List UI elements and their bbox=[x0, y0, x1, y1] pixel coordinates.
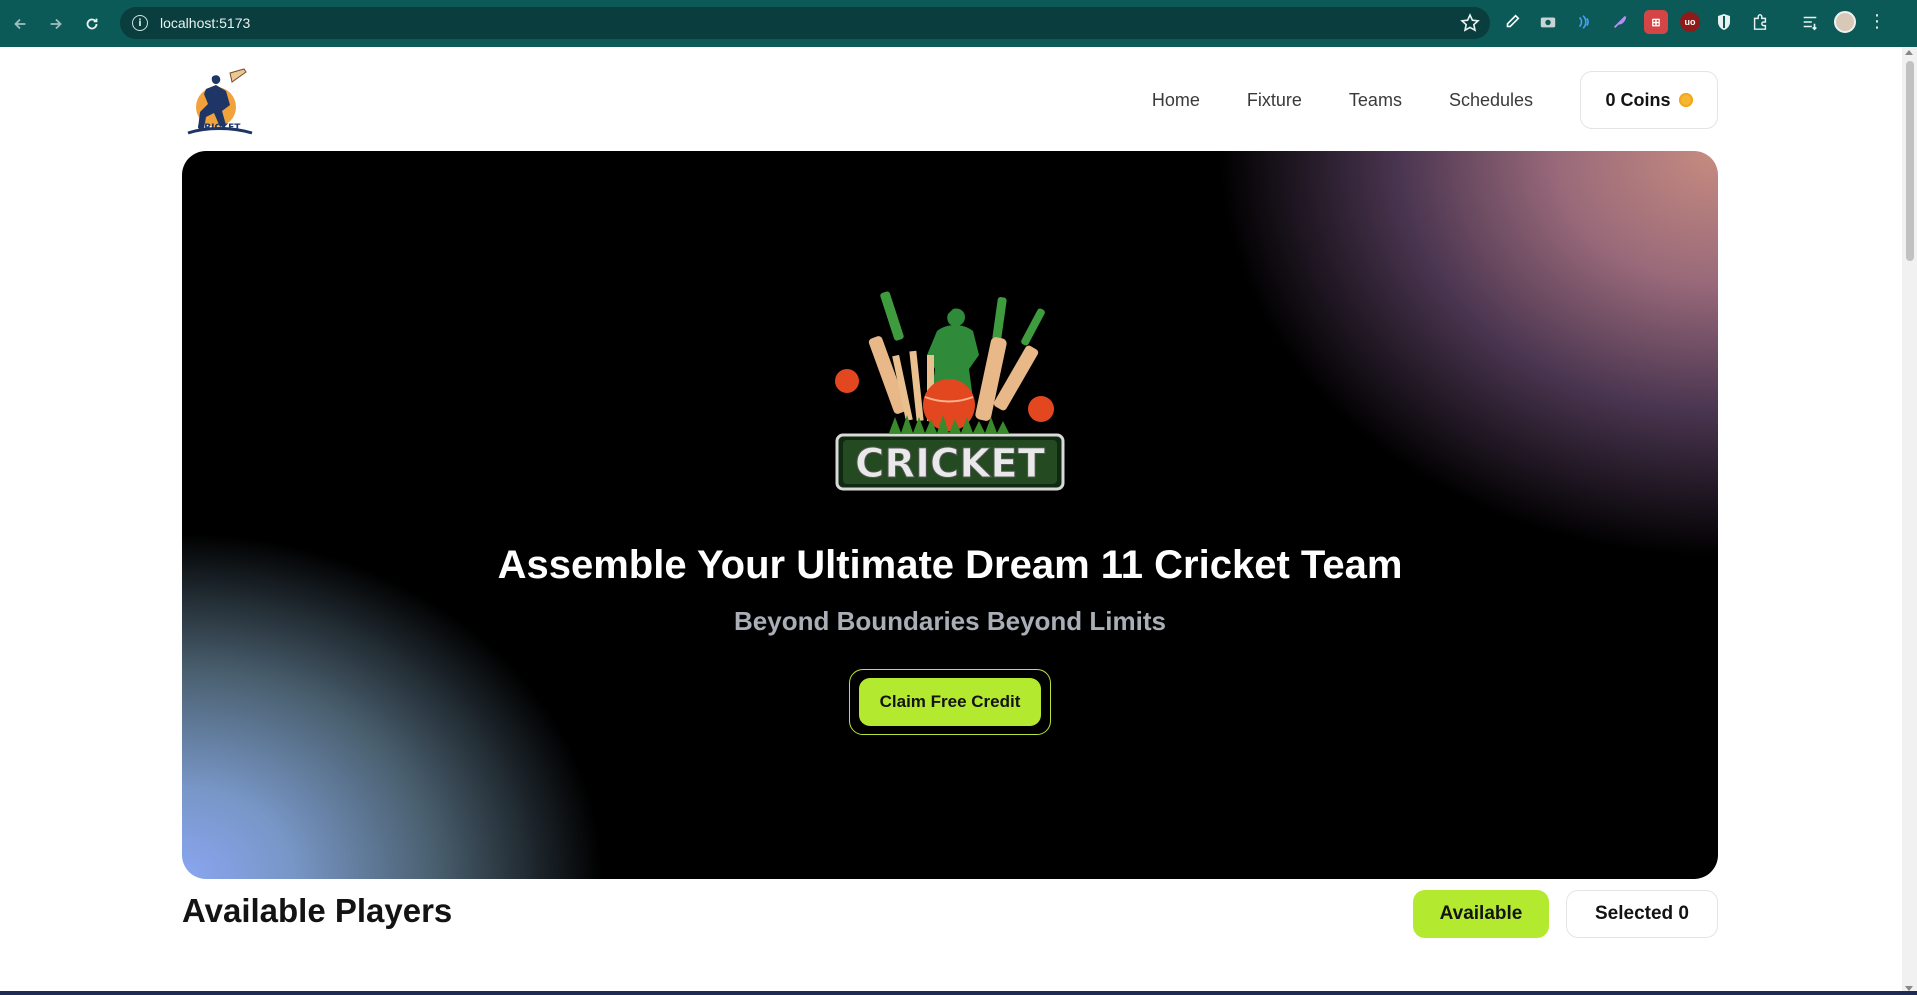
available-tab-button[interactable]: Available bbox=[1413, 890, 1549, 938]
hero-subtitle: Beyond Boundaries Beyond Limits bbox=[734, 606, 1166, 636]
reload-icon[interactable] bbox=[74, 6, 110, 42]
shield-extension-icon[interactable] bbox=[1712, 10, 1736, 34]
profile-avatar-icon[interactable] bbox=[1834, 11, 1856, 33]
eyedropper-extension-icon[interactable] bbox=[1500, 10, 1524, 34]
logo-text: CRICKET bbox=[198, 123, 242, 133]
coins-badge[interactable]: 0 Coins bbox=[1580, 71, 1718, 129]
forward-icon[interactable] bbox=[38, 6, 74, 42]
red-extension-icon[interactable]: ⊞ bbox=[1644, 10, 1668, 34]
selected-tab-button[interactable]: Selected 0 bbox=[1566, 890, 1718, 938]
available-players-heading: Available Players bbox=[182, 892, 453, 929]
coins-label: 0 Coins bbox=[1605, 89, 1671, 110]
nav-home[interactable]: Home bbox=[1152, 90, 1200, 111]
camera-extension-icon[interactable] bbox=[1536, 10, 1560, 34]
page-scrollbar[interactable] bbox=[1902, 47, 1917, 995]
claim-free-credit-button[interactable]: Claim Free Credit bbox=[859, 678, 1041, 726]
cricket-hero-logo: CRICKET bbox=[835, 291, 1065, 491]
browser-toolbar: i localhost:5173 ⊞ uo ⋮ bbox=[0, 0, 1917, 47]
site-info-icon[interactable]: i bbox=[132, 15, 148, 31]
nav-schedules[interactable]: Schedules bbox=[1449, 90, 1533, 111]
ublock-extension-icon[interactable]: uo bbox=[1680, 12, 1700, 32]
extensions-bar: ⊞ uo ⋮ bbox=[1500, 10, 1886, 34]
nav-teams[interactable]: Teams bbox=[1349, 90, 1402, 111]
feather-extension-icon[interactable] bbox=[1608, 10, 1632, 34]
cricket-logo[interactable]: CRICKET bbox=[182, 67, 256, 143]
page: CRICKET Home Fixture Teams Schedules 0 C… bbox=[0, 47, 1902, 995]
main-nav: Home Fixture Teams Schedules 0 Coins bbox=[1152, 71, 1718, 129]
url-text: localhost:5173 bbox=[160, 15, 251, 31]
scroll-thumb[interactable] bbox=[1906, 61, 1914, 261]
claim-credit-outline: Claim Free Credit bbox=[849, 669, 1051, 735]
wave-extension-icon[interactable] bbox=[1572, 10, 1596, 34]
puzzle-extensions-icon[interactable] bbox=[1748, 10, 1772, 34]
chrome-menu-icon[interactable]: ⋮ bbox=[1868, 13, 1886, 31]
back-icon[interactable] bbox=[2, 6, 38, 42]
scroll-up-icon[interactable] bbox=[1905, 50, 1913, 55]
coin-icon bbox=[1678, 93, 1693, 107]
hero-title: Assemble Your Ultimate Dream 11 Cricket … bbox=[497, 543, 1403, 587]
address-bar[interactable]: i localhost:5173 bbox=[120, 7, 1490, 39]
nav-fixture[interactable]: Fixture bbox=[1247, 90, 1302, 111]
bottom-edge bbox=[0, 991, 1917, 995]
hero-badge-text: CRICKET bbox=[855, 441, 1046, 487]
reading-list-icon[interactable] bbox=[1798, 10, 1822, 34]
hero-banner: CRICKET Assemble Your Ultimate Dream 11 … bbox=[182, 151, 1718, 879]
site-header: CRICKET Home Fixture Teams Schedules 0 C… bbox=[182, 65, 1718, 145]
bookmark-star-icon[interactable] bbox=[1460, 13, 1480, 33]
